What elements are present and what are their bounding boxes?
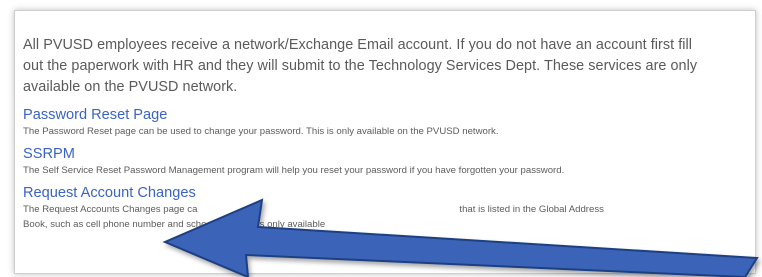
intro-line-1: All PVUSD employees receive a network/Ex…	[23, 37, 693, 53]
panel-content: All PVUSD employees receive a network/Ex…	[23, 35, 743, 239]
request-account-changes-description-end: that is listed in the Global Address	[459, 204, 604, 215]
request-account-changes-description-start: The Request Accounts Changes page ca	[23, 204, 198, 215]
request-account-changes-description-line-1: The Request Accounts Changes page ca that…	[23, 202, 743, 217]
screenshot-frame: All PVUSD employees receive a network/Ex…	[0, 0, 762, 277]
intro-line-2: out the paperwork with HR and they will …	[23, 58, 698, 74]
account-info-panel: All PVUSD employees receive a network/Ex…	[14, 10, 756, 274]
password-reset-link[interactable]: Password Reset Page	[23, 107, 743, 124]
intro-paragraph: All PVUSD employees receive a network/Ex…	[23, 35, 743, 98]
ssrpm-section: SSRPM The Self Service Reset Password Ma…	[23, 146, 743, 178]
intro-line-3: available on the PVUSD network.	[23, 79, 238, 95]
request-account-changes-description-line-2: Book, such as cell phone number and scho…	[23, 219, 326, 230]
ssrpm-description: The Self Service Reset Password Manageme…	[23, 165, 565, 176]
request-account-changes-section: Request Account Changes The Request Acco…	[23, 185, 743, 232]
ssrpm-link[interactable]: SSRPM	[23, 146, 743, 163]
password-reset-section: Password Reset Page The Password Reset p…	[23, 107, 743, 139]
password-reset-description: The Password Reset page can be used to c…	[23, 126, 499, 137]
request-account-changes-link[interactable]: Request Account Changes	[23, 185, 743, 202]
